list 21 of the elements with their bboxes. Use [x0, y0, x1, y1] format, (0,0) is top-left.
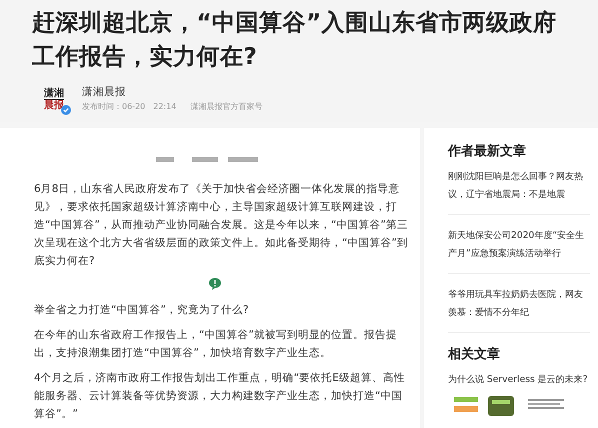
author-logo[interactable]: 潇湘 晨报 [40, 85, 68, 113]
placeholder-bar [192, 156, 218, 162]
article-link[interactable]: 新天地保安公司2020年度“安全生产月”应急预案演练活动举行 [448, 227, 590, 263]
publish-label: 发布时间： [82, 101, 122, 113]
paragraph: 举全省之力打造“中国算谷”，究竟为了什么? [34, 303, 250, 318]
article-title: 赶深圳超北京，“中国算谷”入围山东省市两级政府工作报告，实力何在? [32, 9, 558, 72]
section-heading: 作者最新文章 [448, 142, 527, 161]
article-link[interactable]: 爷爷用玩具车拉奶奶去医院，网友羡慕：爱情不分年纪 [448, 286, 590, 322]
source-name: 潇湘晨报官方百家号 [190, 101, 262, 113]
placeholder-bar [156, 156, 174, 162]
publish-time: 22:14 [153, 101, 176, 113]
speech-bubble-icon [208, 277, 222, 291]
paragraph: 在今年的山东省政府工作报告上，“中国算谷”就被写到明显的位置。报告提出，支持浪潮集团打造“中国算谷”，加快培育数字产业生态。 [34, 328, 398, 361]
paragraph: 6月8日，山东省人民政府发布了《关于加快省会经济圈一体化发展的指导意见》，要求依托国家超级计算济南中心，主导国家超级计算互联网建设，打造“中国算谷”，从而推动产业协同融合发展。这是今年以来，“中国算谷”第三次呈现在这个北方大省省级层面的政策文件上。如此备受期待，“中国算谷”到底实力何在? [34, 182, 409, 269]
publish-date: 06-20 [122, 101, 146, 113]
article-link[interactable]: 为什么说 Serverless 是云的未来? [448, 371, 590, 389]
article-link[interactable]: 刚刚沈阳巨响是怎么回事？网友热议，辽宁省地震局：不是地震 [448, 168, 590, 204]
placeholder-bar [228, 156, 258, 162]
section-heading: 相关文章 [448, 346, 501, 364]
author-name[interactable]: 潇湘晨报 [82, 84, 262, 100]
paragraph: 4个月之后，济南市政府工作报告划出工作重点，明确“要依托E级超算、高性能服务器、云计算装备等优势资源，大力构建数字产业生态，加快打造“中国算谷”。” [34, 371, 406, 422]
